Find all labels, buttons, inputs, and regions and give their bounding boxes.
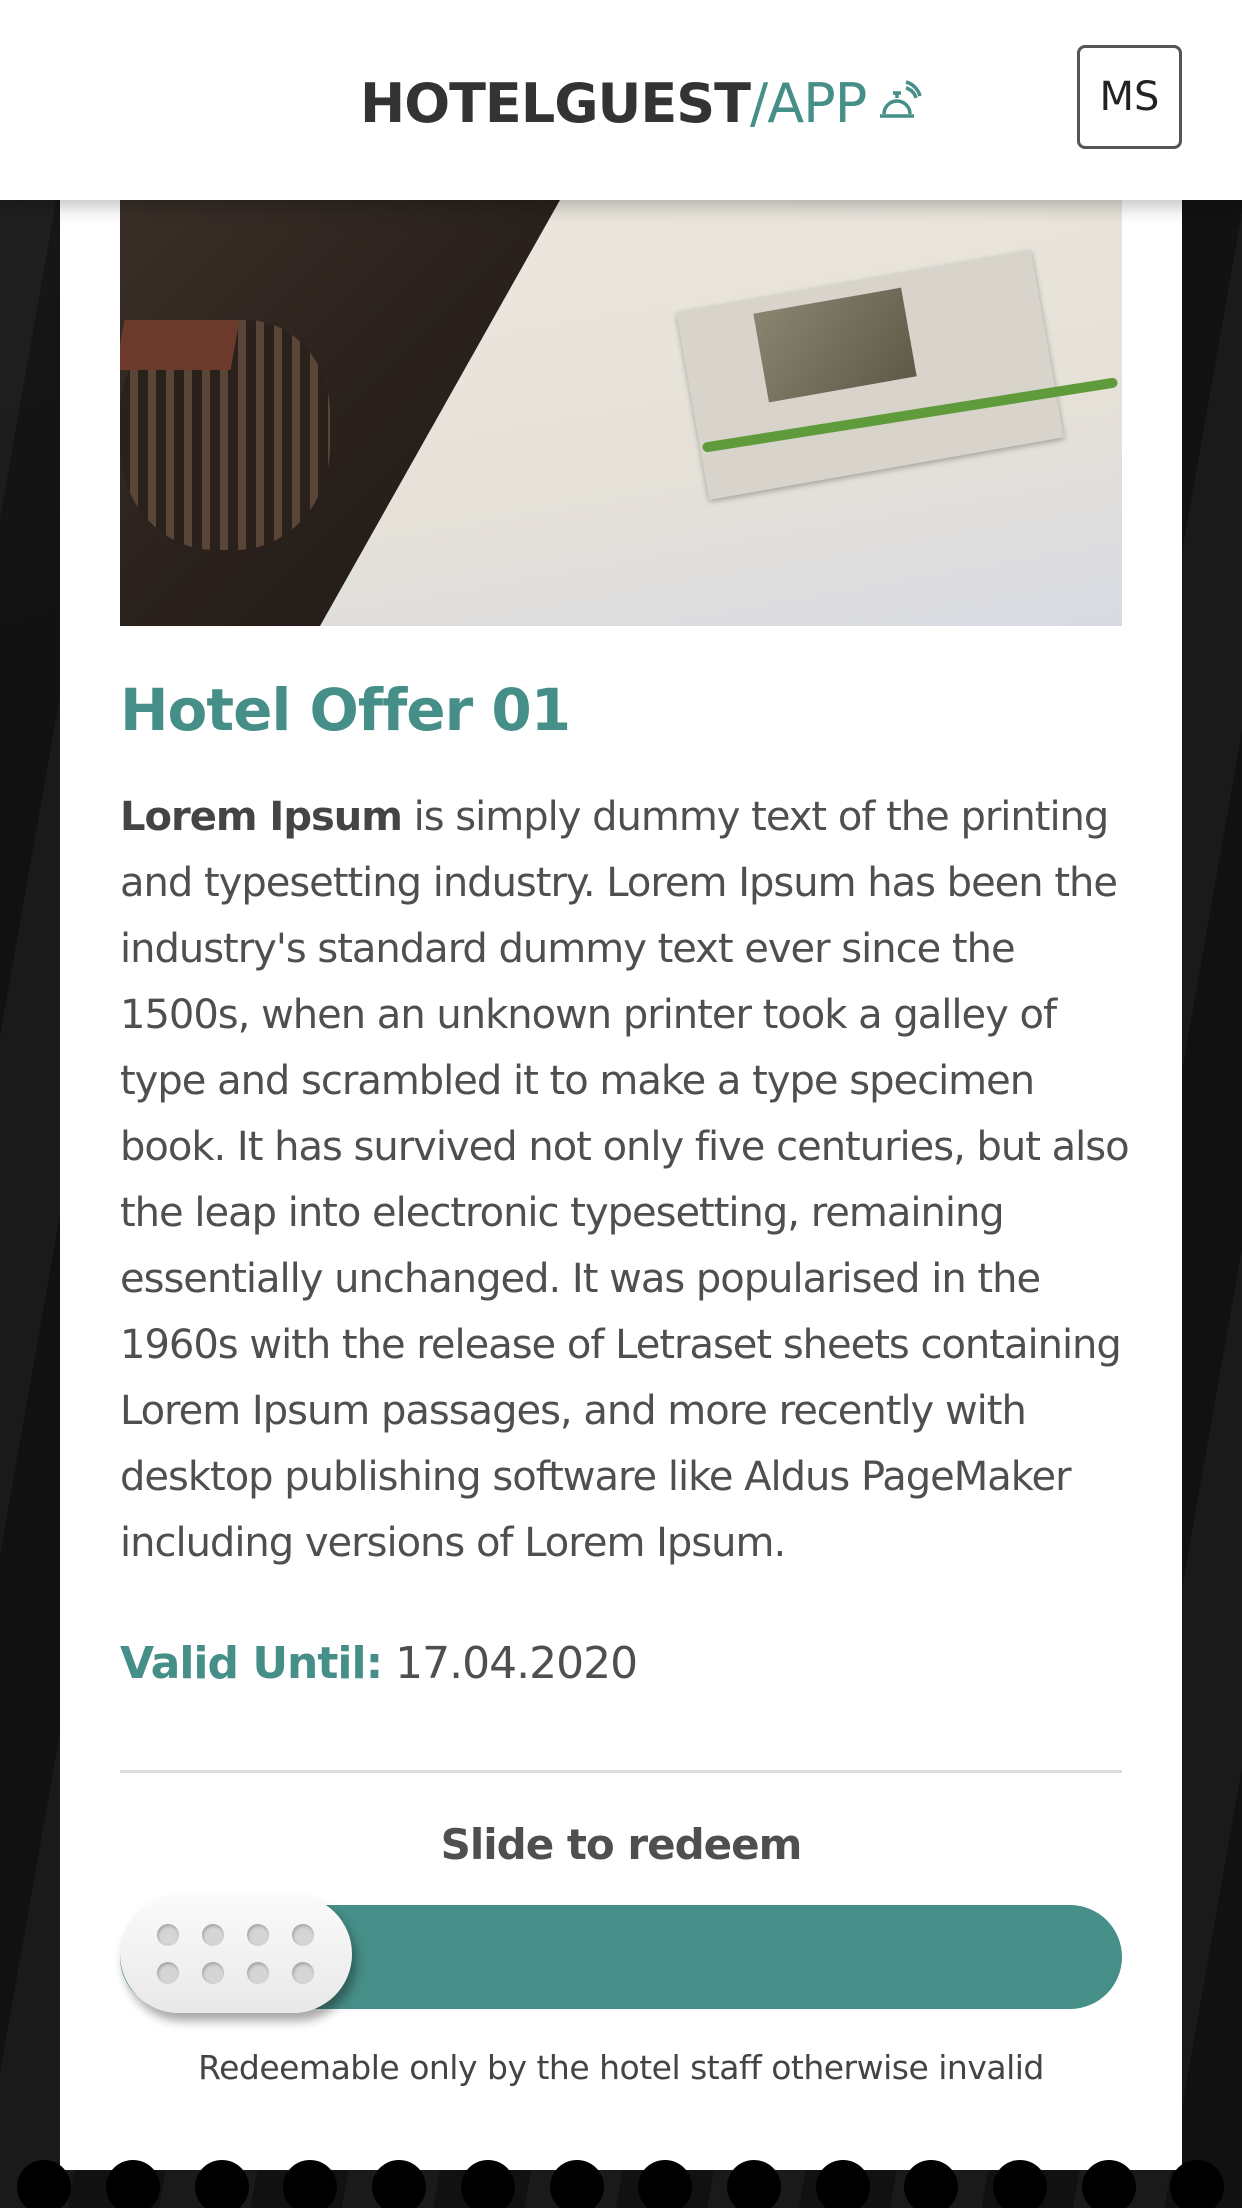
offer-hero-image [120, 200, 1122, 626]
logo-text-app: /APP [750, 71, 867, 135]
service-bell-icon [880, 80, 922, 118]
offer-card: Hotel Offer 01 Lorem Ipsum is simply dum… [60, 140, 1182, 2170]
divider [120, 1770, 1122, 1773]
valid-until-label: Valid Until: [120, 1638, 383, 1689]
redeem-slider-handle[interactable] [120, 1895, 352, 2013]
slide-to-redeem-label: Slide to redeem [440, 1820, 803, 1869]
valid-until-date: 17.04.2020 [395, 1638, 638, 1689]
hero-tray [120, 320, 240, 370]
description-bold: Lorem Ipsum [120, 794, 403, 840]
app-header: HOTELGUEST /APP MS [0, 0, 1242, 200]
app-logo[interactable]: HOTELGUEST /APP [360, 68, 922, 138]
logo-text-main: HOTELGUEST [360, 71, 751, 135]
ticket-perforation [0, 2160, 1242, 2208]
redeem-note: Redeemable only by the hotel staff other… [198, 2048, 1044, 2087]
description-text: is simply dummy text of the printing and… [120, 794, 1130, 1566]
offer-title: Hotel Offer 01 [120, 676, 571, 744]
valid-until: Valid Until: 17.04.2020 [120, 1638, 638, 1689]
user-avatar-button[interactable]: MS [1077, 45, 1182, 149]
offer-description: Lorem Ipsum is simply dummy text of the … [120, 784, 1130, 1576]
grip-dots-icon [150, 1919, 320, 1989]
